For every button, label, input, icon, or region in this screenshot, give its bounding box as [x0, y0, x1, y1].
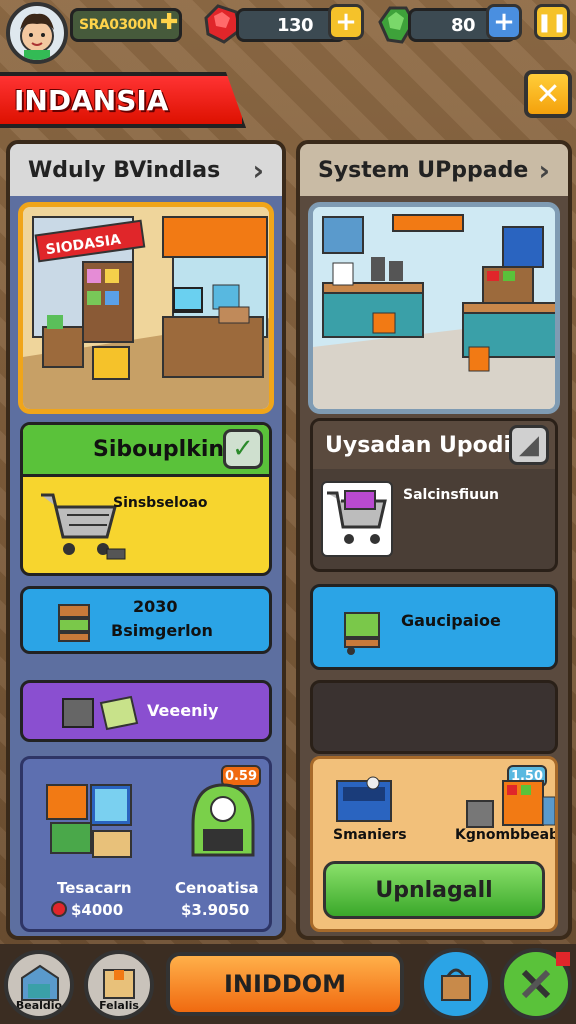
page-title: INDANSIA	[14, 83, 169, 117]
item1-label: Tesacarn	[57, 879, 132, 897]
hand-truck-icon	[55, 599, 95, 645]
chevron-right-icon[interactable]: ›	[252, 154, 264, 187]
panel-header-right[interactable]: System UPppade ›	[300, 144, 568, 196]
upgrade-all-label: Upnlagall	[375, 877, 493, 903]
shopping-bag-icon	[441, 968, 471, 1001]
logistics-value: 2030	[133, 597, 178, 616]
inventory-card[interactable]: Veeeniy	[20, 680, 272, 742]
gems-value: 130	[277, 14, 314, 36]
storage-box-icon[interactable]	[333, 773, 403, 829]
main-action-button[interactable]: INIDDOM	[166, 952, 404, 1016]
player-avatar[interactable]	[6, 2, 68, 64]
logistics-card[interactable]: 2030 Bsimgerlon	[20, 586, 272, 654]
title-banner: INDANSIA	[0, 72, 246, 128]
shopping-card-desc: Sinsbseloao	[113, 495, 208, 511]
chevron-right-icon[interactable]: ›	[538, 154, 550, 187]
shopping-card[interactable]: Sibouplkin ✓ Sinsbseloao	[20, 422, 272, 576]
check-icon[interactable]: ✓	[223, 429, 263, 469]
logistics-label: Bsimgerlon	[111, 621, 213, 640]
empty-slot	[310, 680, 558, 754]
shop-scene-image: SIODASIA	[18, 202, 274, 414]
computer-desk-icon[interactable]	[41, 775, 141, 865]
inventory-label: Veeeniy	[147, 701, 219, 720]
cart-thumbnail	[321, 481, 393, 557]
item1-price: $4000	[71, 901, 124, 919]
avatar-face-icon	[20, 13, 54, 60]
gadget-label: Gaucipaioe	[401, 611, 501, 630]
top-resource-bar: SRA0300N ✚ 130 + 80 + ❚❚	[0, 0, 576, 64]
panel-header-left[interactable]: Wduly BVindlas ›	[10, 144, 282, 196]
coins-value: SRA0300N	[79, 17, 158, 33]
bottom-items-card: 0.59 Tesacarn $4000 Cenoatisa $3.9050	[20, 756, 272, 932]
system-update-title: Uysadan Upodis	[325, 432, 525, 458]
pause-button[interactable]: ❚❚	[534, 4, 570, 40]
emeralds-value: 80	[451, 14, 476, 36]
office-illustration	[313, 207, 555, 409]
system-upgrade-panel: System UPppade › Uysadan Upodis ◢ Salcin…	[296, 140, 572, 940]
item2-label: Cenoatisa	[175, 879, 259, 897]
nav-building-label: Bealdio	[15, 999, 63, 1012]
gadget-card[interactable]: Gaucipaioe	[310, 584, 558, 670]
nav-facilities-button[interactable]: Felalis	[84, 950, 154, 1020]
tools-icon	[521, 969, 551, 999]
add-coins-icon[interactable]: ✚	[160, 10, 178, 35]
nav-building-button[interactable]: Bealdio	[4, 950, 74, 1020]
nav-facilities-label: Felalis	[99, 999, 139, 1012]
bottom-upgrade-card: 1.50 Smaniers Kgnombbeabe Upnlagall	[310, 756, 558, 932]
system-update-card[interactable]: Uysadan Upodis ◢ Salcinsfiuun	[310, 418, 558, 572]
add-gems-button[interactable]: +	[328, 4, 364, 40]
inventory-items-icon	[61, 693, 141, 733]
system-update-item-label: Salcinsfiuun	[403, 487, 500, 503]
close-button[interactable]: ✕	[524, 70, 572, 118]
hand-truck-green-icon	[339, 599, 389, 655]
gaming-chair-icon[interactable]	[173, 775, 269, 875]
notification-dot	[556, 952, 570, 966]
panel-title-left: Wduly BVindlas	[28, 157, 221, 183]
ruby-small-icon	[51, 901, 67, 917]
bottom-right-item2-label: Kgnombbeabe	[455, 827, 558, 843]
main-action-label: INIDDOM	[223, 970, 347, 998]
add-emeralds-button[interactable]: +	[486, 4, 522, 40]
bottom-right-item1-label: Smaniers	[333, 827, 407, 843]
office-scene-image	[308, 202, 560, 414]
cart-with-goods-icon	[327, 490, 387, 544]
panel-title-right: System UPppade	[318, 157, 529, 183]
item2-price: $3.9050	[181, 901, 250, 919]
business-panel: Wduly BVindlas › SIODASIA Sibouplkin ✓ S…	[6, 140, 286, 940]
shopping-card-title: Sibouplkin	[93, 437, 225, 462]
bottom-nav-bar: Bealdio Felalis INIDDOM	[0, 944, 576, 1024]
triangle-icon[interactable]: ◢	[509, 425, 549, 465]
upgrade-all-button[interactable]: Upnlagall	[323, 861, 545, 919]
store-button[interactable]	[420, 948, 492, 1020]
shop-illustration: SIODASIA	[23, 207, 269, 409]
